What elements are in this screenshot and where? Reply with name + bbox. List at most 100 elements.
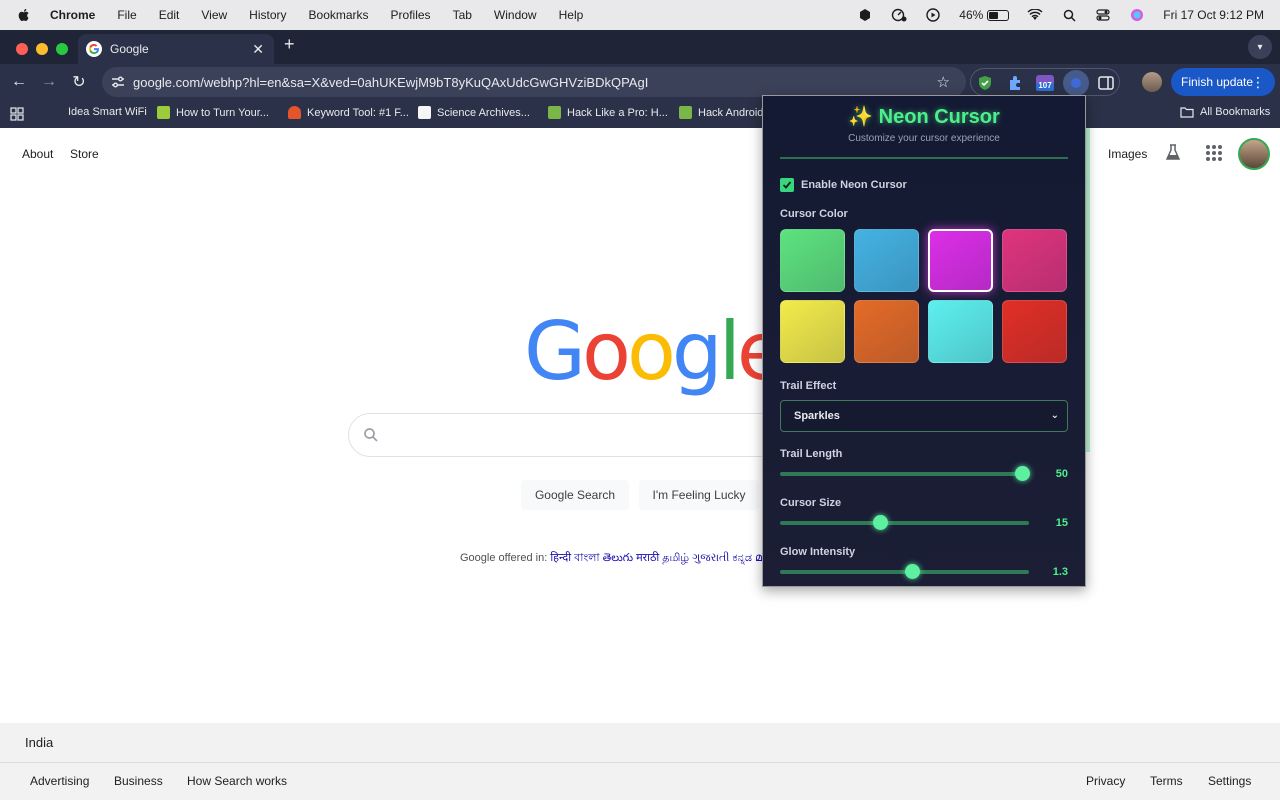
terms-link[interactable]: Terms bbox=[1150, 774, 1183, 788]
siri-icon[interactable] bbox=[1129, 8, 1145, 22]
chevron-down-icon: ⌄ bbox=[1050, 410, 1059, 421]
window-zoom-button[interactable] bbox=[56, 43, 68, 55]
shield-extension-icon[interactable] bbox=[976, 74, 994, 92]
trail-effect-value: Sparkles bbox=[794, 410, 840, 422]
battery-level-fill bbox=[989, 11, 998, 19]
trail-length-thumb[interactable] bbox=[1014, 466, 1030, 481]
bookmark-item[interactable]: Hack Like a Pro: H... bbox=[548, 106, 668, 119]
glow-intensity-slider[interactable] bbox=[780, 564, 1029, 579]
menu-history[interactable]: History bbox=[249, 8, 286, 22]
bookmark-item[interactable]: Keyword Tool: #1 F... bbox=[288, 106, 409, 119]
bookmark-label: Idea Smart WiFi bbox=[68, 106, 147, 118]
account-avatar[interactable] bbox=[1238, 138, 1270, 170]
color-swatch[interactable] bbox=[854, 229, 919, 292]
speed-gauge-icon[interactable] bbox=[891, 8, 907, 22]
side-panel-icon[interactable] bbox=[1097, 74, 1115, 92]
battery-indicator[interactable]: 46% bbox=[959, 8, 1010, 22]
advertising-link[interactable]: Advertising bbox=[30, 774, 89, 788]
color-swatch[interactable] bbox=[1002, 300, 1067, 363]
menu-bookmarks[interactable]: Bookmarks bbox=[309, 8, 369, 22]
how-search-works-link[interactable]: How Search works bbox=[187, 774, 287, 788]
offered-in-languages: Google offered in: हिन्दी বাংলা తెలుగు म… bbox=[460, 549, 762, 568]
privacy-link[interactable]: Privacy bbox=[1086, 774, 1125, 788]
new-tab-plus-icon[interactable]: + bbox=[284, 34, 295, 55]
apps-grid-icon[interactable] bbox=[10, 107, 24, 121]
logo-letter: o bbox=[582, 305, 631, 398]
images-link[interactable]: Images bbox=[1108, 147, 1147, 161]
search-input[interactable] bbox=[389, 424, 789, 448]
bookmark-star-icon[interactable]: ☆ bbox=[937, 73, 950, 91]
menu-window[interactable]: Window bbox=[494, 8, 537, 22]
bookmark-favicon-icon bbox=[418, 106, 431, 119]
control-center-icon[interactable] bbox=[1095, 8, 1111, 22]
bookmark-item[interactable]: How to Turn Your... bbox=[157, 106, 269, 119]
reload-icon[interactable]: ↻ bbox=[69, 72, 89, 92]
more-menu-icon[interactable]: ⋮ bbox=[1251, 74, 1265, 91]
glow-intensity-thumb[interactable] bbox=[904, 564, 920, 579]
labs-flask-icon[interactable] bbox=[1165, 144, 1181, 161]
menu-edit[interactable]: Edit bbox=[159, 8, 180, 22]
settings-link[interactable]: Settings bbox=[1208, 774, 1251, 788]
enable-label: Enable Neon Cursor bbox=[801, 179, 907, 191]
wifi-icon[interactable] bbox=[1027, 8, 1043, 22]
cursor-size-thumb[interactable] bbox=[872, 515, 888, 530]
google-search-button[interactable]: Google Search bbox=[521, 480, 629, 510]
menu-help[interactable]: Help bbox=[559, 8, 584, 22]
feeling-lucky-button[interactable]: I'm Feeling Lucky bbox=[639, 480, 759, 510]
popup-subtitle: Customize your cursor experience bbox=[848, 133, 1000, 144]
menu-app-name[interactable]: Chrome bbox=[50, 8, 95, 22]
address-bar[interactable]: google.com/webhp?hl=en&sa=X&ved=0ahUKEwj… bbox=[102, 67, 966, 97]
active-tab[interactable]: Google ✕ bbox=[78, 34, 274, 64]
menubar-status-area: 46% Fri 17 Oct 9:12 PM bbox=[857, 0, 1264, 30]
color-swatch[interactable] bbox=[780, 229, 845, 292]
menu-tab[interactable]: Tab bbox=[453, 8, 472, 22]
enable-neon-cursor-toggle[interactable]: Enable Neon Cursor bbox=[780, 178, 907, 192]
color-swatch[interactable] bbox=[928, 229, 993, 292]
window-close-button[interactable] bbox=[16, 43, 28, 55]
cube-icon[interactable] bbox=[857, 8, 873, 22]
color-swatch[interactable] bbox=[780, 300, 845, 363]
trail-effect-select[interactable]: Sparkles ⌄ bbox=[780, 400, 1068, 432]
offered-in-label: Google offered in: bbox=[460, 552, 548, 564]
all-bookmarks-button[interactable]: All Bookmarks bbox=[1180, 106, 1270, 118]
cursor-size-label: Cursor Size bbox=[780, 497, 842, 509]
puzzle-extensions-icon[interactable] bbox=[1006, 74, 1024, 92]
forward-arrow-icon[interactable]: → bbox=[39, 72, 59, 92]
neon-cursor-extension-icon[interactable] bbox=[1063, 70, 1089, 96]
tab-search-chevron-icon[interactable]: ▾ bbox=[1248, 35, 1272, 59]
calendar-extension-icon[interactable]: 107 bbox=[1035, 74, 1055, 92]
menubar-clock[interactable]: Fri 17 Oct 9:12 PM bbox=[1163, 8, 1264, 22]
window-minimize-button[interactable] bbox=[36, 43, 48, 55]
spotlight-search-icon[interactable] bbox=[1061, 8, 1077, 22]
bookmark-item[interactable]: Hack Android bbox=[679, 106, 763, 119]
bookmark-item[interactable]: Science Archives... bbox=[418, 106, 530, 119]
play-circle-icon[interactable] bbox=[925, 8, 941, 22]
site-settings-icon[interactable] bbox=[110, 74, 126, 90]
cursor-color-label: Cursor Color bbox=[780, 208, 848, 220]
browser-tab-strip: Google ✕ + ▾ bbox=[0, 30, 1280, 64]
color-swatch[interactable] bbox=[1002, 229, 1067, 292]
bookmark-item[interactable]: Idea Smart WiFi bbox=[68, 106, 147, 118]
menu-profiles[interactable]: Profiles bbox=[391, 8, 431, 22]
menu-file[interactable]: File bbox=[117, 8, 136, 22]
color-swatch[interactable] bbox=[854, 300, 919, 363]
business-link[interactable]: Business bbox=[114, 774, 163, 788]
language-links[interactable]: हिन्दी বাংলা తెలుగు मराठी தமிழ் ગુજરાતી … bbox=[550, 552, 762, 564]
popup-divider bbox=[780, 157, 1068, 159]
color-swatch[interactable] bbox=[928, 300, 993, 363]
google-apps-icon[interactable] bbox=[1206, 145, 1222, 161]
profile-avatar[interactable] bbox=[1142, 72, 1162, 92]
tab-close-icon[interactable]: ✕ bbox=[252, 41, 264, 58]
trail-length-slider[interactable] bbox=[780, 466, 1030, 481]
bookmarks-bar: Idea Smart WiFi How to Turn Your... Keyw… bbox=[0, 100, 1280, 128]
finish-update-button[interactable]: Finish update ⋮ bbox=[1171, 68, 1275, 96]
menu-view[interactable]: View bbox=[201, 8, 227, 22]
back-arrow-icon[interactable]: ← bbox=[9, 72, 29, 92]
finish-update-label: Finish update bbox=[1181, 75, 1254, 89]
apple-logo-icon[interactable] bbox=[16, 7, 32, 23]
enable-checkbox[interactable] bbox=[780, 178, 794, 192]
store-link[interactable]: Store bbox=[70, 147, 99, 161]
bookmark-label: Science Archives... bbox=[437, 106, 530, 119]
about-link[interactable]: About bbox=[22, 147, 53, 161]
cursor-size-slider[interactable] bbox=[780, 515, 1029, 530]
